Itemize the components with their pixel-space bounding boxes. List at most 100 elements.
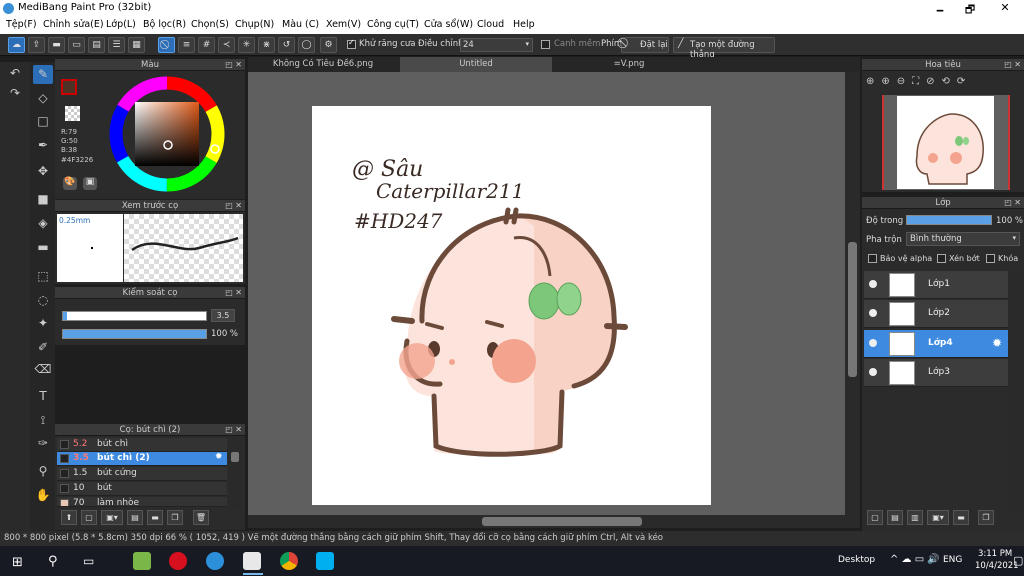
list-icon[interactable]: ☰ [108,37,125,53]
visibility-icon[interactable] [869,309,877,317]
language-indicator[interactable]: ENG [943,555,962,565]
panel-close-icon[interactable]: ◰ ✕ [225,59,242,71]
select-tool-icon[interactable]: ⬚ [33,267,53,286]
canvas-vertical-scrollbar[interactable] [845,72,860,515]
dot-tool-icon[interactable]: □ [33,112,53,131]
menu-tools[interactable]: Công cụ(T) [367,19,419,30]
desktop-toolbar-label[interactable]: Desktop [838,555,875,565]
duplicate-layer-icon[interactable]: ❐ [978,510,994,525]
reset-button[interactable]: ⃠ Đặt lại [621,37,669,53]
notification-icon[interactable]: ▢ [1013,554,1023,567]
blend-mode-dropdown[interactable]: Bình thường ▾ [906,232,1020,246]
messenger-icon[interactable] [206,552,224,570]
tab-document-3[interactable]: =V.png [554,57,704,72]
panel-close-icon[interactable]: ◰ ✕ [225,287,242,299]
canvas-horizontal-scrollbar[interactable] [248,515,860,528]
new-8bit-layer-icon[interactable]: ▥ [907,510,923,525]
menu-color[interactable]: Màu (C) [282,19,319,30]
page-icon[interactable]: ▤ [88,37,105,53]
foreground-color-swatch[interactable] [61,79,77,95]
folder-icon[interactable]: ▬ [147,510,163,525]
app-icon[interactable] [133,552,151,570]
navigator-toolbar[interactable]: ⊕⊕⊖⛶⊘⟲⟳ [866,76,972,87]
scrollbar-thumb[interactable] [482,517,642,526]
pen-tool-icon[interactable]: ✒ [33,136,53,155]
snap-settings-icon[interactable]: ⚙ [320,37,337,53]
layer-row[interactable]: Lớp4 ✹ [864,330,1008,358]
menu-layer[interactable]: Lớp(L) [106,19,136,30]
brush-tool-icon[interactable]: ✎ [33,65,53,84]
lasso-tool-icon[interactable]: ◌ [33,291,53,310]
add-brush-icon[interactable]: ▣▾ [101,510,123,525]
straight-line-button[interactable]: ╱ Tạo một đường thẳng [673,37,775,60]
divide-tool-icon[interactable]: ⟟ [33,411,53,430]
menu-select[interactable]: Chọn(S) [191,19,229,30]
undo-icon[interactable]: ↶ [5,64,25,83]
select-eraser-icon[interactable]: ⌫ [33,360,53,379]
perspective-snap-icon[interactable]: ≺ [218,37,235,53]
menu-edit[interactable]: Chỉnh sửa(E) [43,19,104,30]
eyedropper-icon[interactable]: ✑ [33,434,53,453]
select-pen-icon[interactable]: ✐ [33,338,53,357]
grid-icon[interactable]: ▦ [128,37,145,53]
panel-close-icon[interactable]: ◰ ✕ [1004,197,1021,209]
cross-snap-icon[interactable]: ⋇ [258,37,275,53]
brush-list-item[interactable]: 3.5 bút chì (2) ✹ [57,452,227,466]
cloud-download-icon[interactable]: ⬆ [61,510,77,525]
brush-list-item[interactable]: 1.5 bút cứng [57,467,227,481]
redo-icon[interactable]: ↷ [5,84,25,103]
curve-snap-icon[interactable]: ↺ [278,37,295,53]
trash-icon[interactable]: 🗑 [193,510,209,525]
lock-checkbox[interactable] [986,254,995,263]
visibility-icon[interactable] [869,368,877,376]
menu-view[interactable]: Xem(V) [326,19,361,30]
menu-cloud[interactable]: Cloud [477,19,504,30]
visibility-icon[interactable] [869,280,877,288]
menu-filter[interactable]: Bộ lọc(R) [143,19,186,30]
new-brush-icon[interactable]: ▢ [81,510,97,525]
gradient-tool-icon[interactable]: ▬ [33,238,53,257]
snap-off-icon[interactable]: ⃠ [158,37,175,53]
folder-icon[interactable]: ▬ [953,510,969,525]
scrollbar-thumb[interactable] [231,452,239,462]
clip-checkbox[interactable] [937,254,946,263]
brush-list-item[interactable]: 10 bút [57,482,227,496]
panel-close-icon[interactable]: ◰ ✕ [225,200,242,212]
brush-settings-icon[interactable]: ▤ [127,510,143,525]
layer-opacity-slider[interactable] [906,215,992,225]
protect-alpha-checkbox[interactable] [868,254,877,263]
radial-snap-icon[interactable]: ✳ [238,37,255,53]
menu-file[interactable]: Tệp(F) [6,19,37,30]
transparent-swatch[interactable] [65,106,80,121]
antialias-checkbox[interactable] [347,38,356,49]
brush-opacity-slider[interactable] [62,329,207,339]
task-view-icon[interactable]: ▭ [83,554,94,568]
visibility-icon[interactable] [869,339,877,347]
hand-tool-icon[interactable]: ✋ [33,486,53,505]
bucket-tool-icon[interactable]: ◈ [33,214,53,233]
cloud-icon[interactable]: ☁ [8,37,25,53]
adjust-dropdown[interactable]: 24 ▾ [460,38,533,52]
share-icon[interactable]: ⇪ [28,37,45,53]
gear-icon[interactable]: ✹ [215,452,223,462]
move-tool-icon[interactable]: ✥ [33,162,53,181]
drawing-canvas[interactable]: @ Sâu Caterpillar211 #HD247 [312,106,711,505]
copy-icon[interactable]: ❐ [167,510,183,525]
brush-list-item[interactable]: 70 làm nhòe [57,497,227,507]
navigator-preview[interactable] [882,95,1010,190]
brush-list-scrollbar[interactable] [229,438,241,508]
parallel-snap-icon[interactable]: ≡ [178,37,195,53]
medibang-icon[interactable] [243,552,261,570]
brush-list-item[interactable]: 5.2 bút chì [57,438,227,452]
brush-size-value[interactable]: 3.5 [211,309,235,322]
brush-size-slider[interactable] [62,311,207,321]
ellipse-snap-icon[interactable]: ◯ [298,37,315,53]
menu-window[interactable]: Cửa sổ(W) [424,19,473,30]
text-tool-icon[interactable]: T [33,387,53,406]
add-layer-dropdown-icon[interactable]: ▣▾ [927,510,949,525]
magic-wand-icon[interactable]: ✦ [33,314,53,333]
new-halftone-layer-icon[interactable]: ▤ [887,510,903,525]
pipette-icon[interactable]: ⚲ [33,462,53,481]
skype-icon[interactable] [316,552,334,570]
panel-close-icon[interactable]: ◰ ✕ [1004,59,1021,71]
